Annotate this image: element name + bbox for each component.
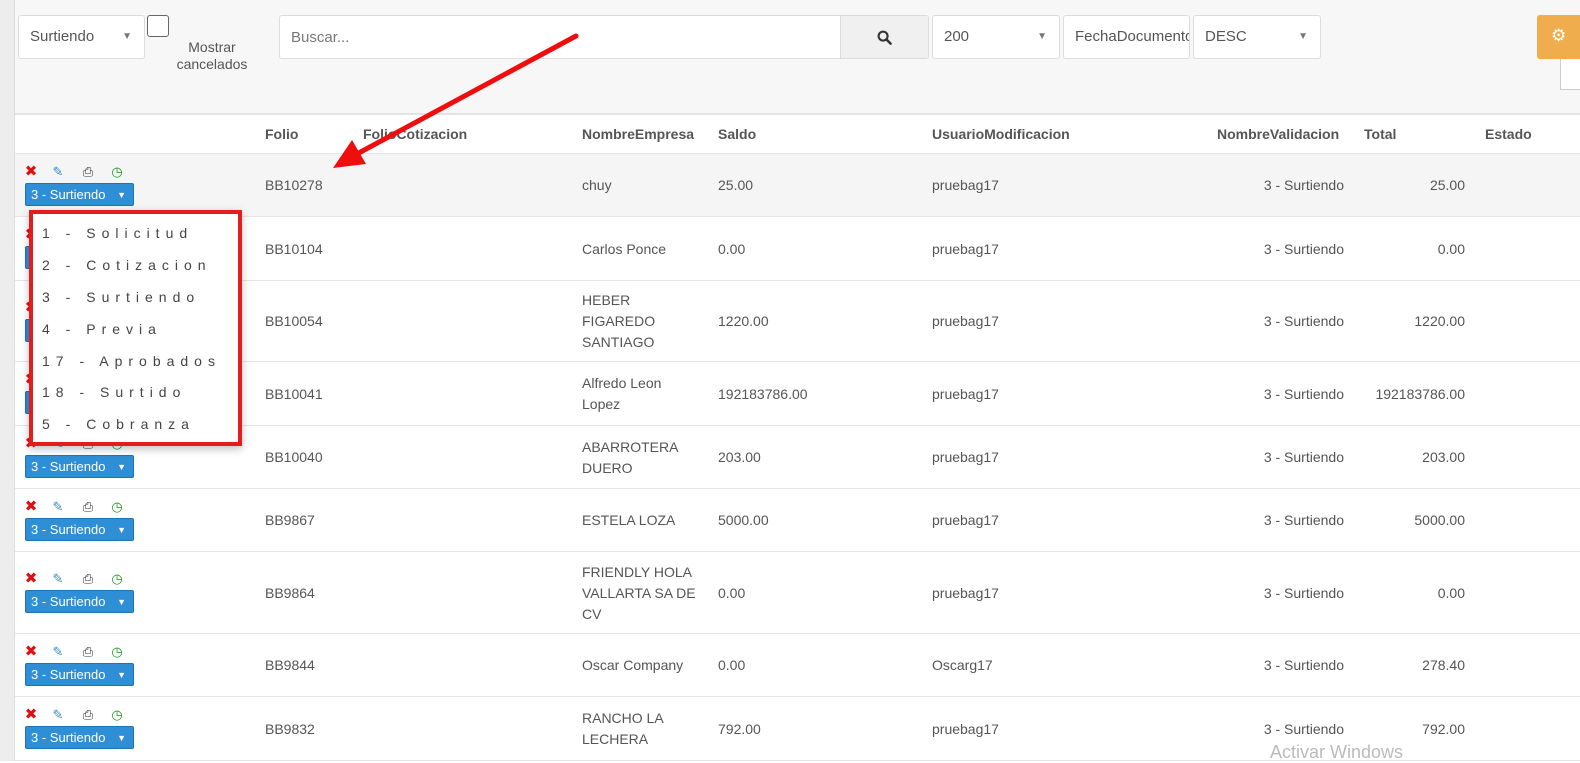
- annotation-arrow: [333, 33, 579, 168]
